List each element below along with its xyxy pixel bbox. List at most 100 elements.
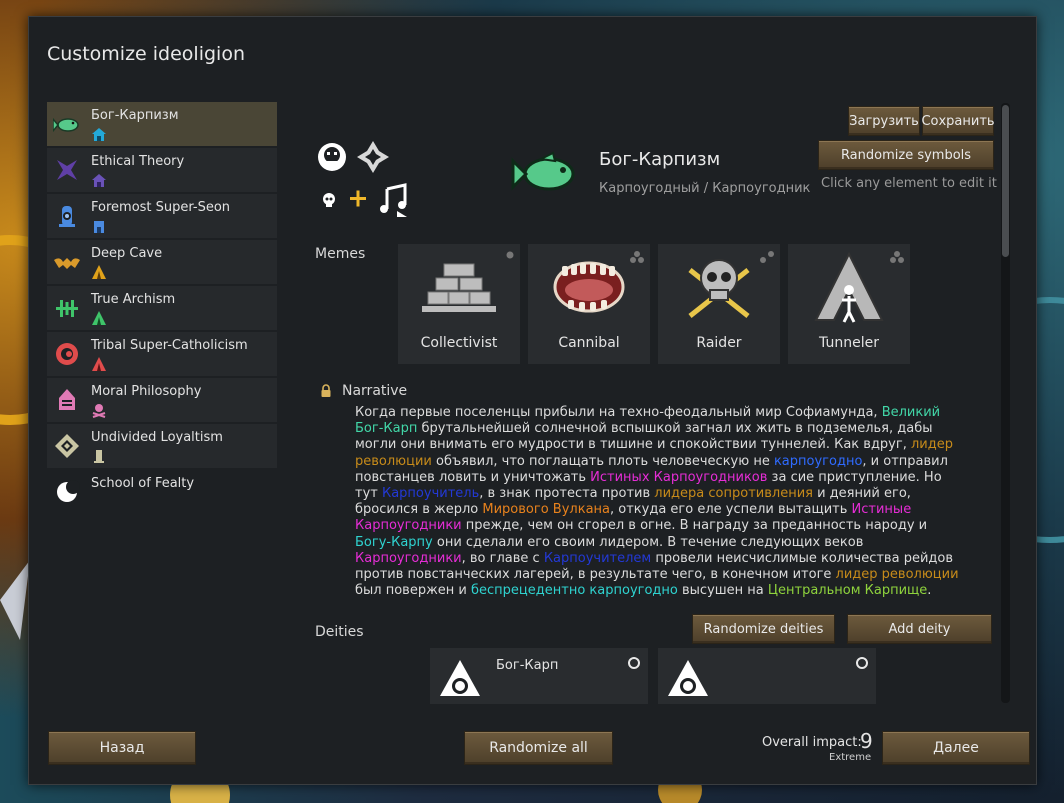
narrative-highlight: карпоугодно bbox=[773, 453, 863, 469]
randomize-all-button[interactable]: Randomize all bbox=[464, 731, 613, 765]
meme-card-raider[interactable]: Raider bbox=[658, 244, 780, 364]
skull-crossbones-icon bbox=[92, 404, 106, 418]
overall-impact-value: 9 bbox=[860, 729, 873, 753]
save-button[interactable]: Сохранить bbox=[921, 106, 995, 136]
deities-section-label: Deities bbox=[315, 624, 364, 640]
sidebar-item-tribal-super-catholicism[interactable]: Tribal Super-Catholicism bbox=[47, 332, 277, 376]
triangle-circle-icon bbox=[440, 660, 480, 696]
tent-icon bbox=[92, 357, 106, 371]
bearded-head-icon[interactable] bbox=[318, 143, 346, 171]
sidebar-item-label: Foremost Super-Seon bbox=[91, 200, 231, 215]
load-button[interactable]: Загрузить bbox=[848, 106, 920, 136]
deity-gender-ring-icon bbox=[628, 657, 640, 669]
meme-label: Tunneler bbox=[819, 335, 879, 351]
deity-card[interactable] bbox=[658, 648, 876, 704]
music-note-icon[interactable] bbox=[380, 183, 407, 217]
narrative-segment: был повержен и bbox=[355, 583, 472, 599]
bat-icon bbox=[54, 258, 80, 269]
moon-icon bbox=[57, 480, 80, 502]
narrative-highlight: Истиных Карпоугодников bbox=[590, 469, 768, 485]
narrative-segment: Когда первые поселенцы прибыли на техно-… bbox=[355, 405, 882, 420]
ideo-main-fish-icon[interactable] bbox=[511, 149, 581, 199]
sidebar-item-label: Tribal Super-Catholicism bbox=[91, 338, 248, 353]
triple-dot-icon bbox=[760, 251, 774, 263]
meme-card-tunneler[interactable]: Tunneler bbox=[788, 244, 910, 364]
meme-card-cannibal[interactable]: Cannibal bbox=[528, 244, 650, 364]
narrative-segment: брутальнейшей солнечной вспышкой загнал … bbox=[355, 421, 933, 453]
bell-icon bbox=[59, 389, 75, 410]
narrative-segment: прежде, чем он сгорел в огне. В награду … bbox=[461, 518, 928, 534]
deity-gender-ring-icon bbox=[856, 657, 868, 669]
skull-swords-icon bbox=[688, 259, 750, 318]
trident-icon bbox=[56, 300, 78, 317]
next-button[interactable]: Далее bbox=[882, 731, 1030, 765]
house-icon bbox=[92, 174, 106, 187]
overall-impact-label: Overall impact: bbox=[762, 735, 862, 750]
deity-name: Бог-Карп bbox=[496, 658, 559, 673]
ideoligion-adjective[interactable]: Карпоугодный / Карпоугодник bbox=[599, 181, 810, 196]
fish-icon bbox=[53, 117, 79, 133]
add-deity-button[interactable]: Add deity bbox=[847, 614, 992, 644]
randomize-symbols-button[interactable]: Randomize symbols bbox=[818, 140, 994, 170]
narrative-highlight: беспрецедентно карпоугодно bbox=[471, 583, 678, 599]
sidebar-item-school-of-fealty[interactable]: School of Fealty bbox=[47, 470, 277, 514]
narrative-text[interactable]: Когда первые поселенцы прибыли на техно-… bbox=[355, 405, 967, 599]
lock-icon[interactable] bbox=[320, 384, 332, 398]
deity-card[interactable]: Бог-Карп bbox=[430, 648, 648, 704]
scrollbar[interactable] bbox=[1001, 103, 1010, 703]
sidebar-item-label: True Archism bbox=[91, 292, 176, 307]
memes-section-label: Memes bbox=[315, 246, 366, 262]
randomize-deities-button[interactable]: Randomize deities bbox=[692, 614, 835, 644]
ideoligion-name[interactable]: Бог-Карпизм bbox=[599, 149, 720, 170]
sidebar-item-foremost-super-seon[interactable]: Foremost Super-Seon bbox=[47, 194, 277, 238]
plus-icon[interactable] bbox=[350, 190, 366, 207]
overall-impact-level: Extreme bbox=[829, 752, 872, 763]
sidebar-item-label: School of Fealty bbox=[91, 476, 195, 491]
sparkle-star-icon[interactable] bbox=[357, 141, 389, 173]
skull-icon[interactable] bbox=[323, 193, 335, 207]
back-button[interactable]: Назад bbox=[48, 731, 196, 765]
mouth-icon bbox=[553, 261, 625, 313]
narrative-highlight: лидер революции bbox=[835, 567, 959, 583]
narrative-highlight: Мирового Вулкана bbox=[482, 502, 610, 518]
sidebar-item-label: Moral Philosophy bbox=[91, 384, 202, 399]
sidebar-item-label: Бог-Карпизм bbox=[91, 108, 179, 123]
narrative-highlight: Карпоучитель bbox=[381, 486, 480, 502]
meme-label: Collectivist bbox=[420, 335, 498, 351]
narrative-highlight: Центральном Карпище bbox=[767, 583, 928, 599]
sidebar-item-label: Ethical Theory bbox=[91, 154, 185, 169]
bricks-icon bbox=[422, 263, 496, 312]
narrative-segment: высушен на bbox=[677, 583, 768, 599]
narrative-highlight: Карпоугодники bbox=[355, 550, 462, 566]
house-icon bbox=[92, 128, 106, 141]
sidebar-item-true-archism[interactable]: True Archism bbox=[47, 286, 277, 330]
diamond-icon bbox=[55, 434, 79, 458]
triple-dot-icon bbox=[630, 251, 644, 263]
narrative-segment: . bbox=[927, 583, 932, 599]
mountain-figure-icon bbox=[814, 251, 884, 323]
ideoligion-list: Бог-Карпизм Ethical Theory Foremost Supe… bbox=[47, 102, 277, 516]
narrative-highlight: Богу-Карпу bbox=[355, 534, 433, 550]
narrative-segment: , во главе с bbox=[461, 550, 544, 566]
sidebar-item-bog-karpizm[interactable]: Бог-Карпизм bbox=[47, 102, 277, 146]
ornate-emblem-icon bbox=[59, 206, 75, 227]
eye-icon bbox=[56, 343, 78, 365]
narrative-label: Narrative bbox=[342, 383, 408, 399]
dialog-title: Customize ideoligion bbox=[47, 43, 245, 65]
sidebar-item-deep-cave[interactable]: Deep Cave bbox=[47, 240, 277, 284]
narrative-segment: , в знак протеста против bbox=[479, 486, 655, 502]
sidebar-item-undivided-loyaltism[interactable]: Undivided Loyaltism bbox=[47, 424, 277, 468]
sidebar-item-ethical-theory[interactable]: Ethical Theory bbox=[47, 148, 277, 192]
sidebar-item-moral-philosophy[interactable]: Moral Philosophy bbox=[47, 378, 277, 422]
sidebar-item-label: Deep Cave bbox=[91, 246, 163, 261]
triangle-circle-icon bbox=[668, 660, 708, 696]
narrative-segment: они сделали его своим лидером. В течение… bbox=[432, 534, 864, 550]
triple-dot-icon bbox=[890, 251, 904, 263]
scrollbar-thumb[interactable] bbox=[1002, 105, 1009, 257]
customize-ideoligion-dialog: Customize ideoligion Бог-Карпизм Ethical… bbox=[28, 16, 1037, 785]
single-dot-icon bbox=[506, 251, 514, 259]
narrative-segment: объявил, что поглащать плоть человеческу… bbox=[431, 453, 774, 469]
tent-icon bbox=[92, 311, 106, 325]
meme-card-collectivist[interactable]: Collectivist bbox=[398, 244, 520, 364]
narrative-highlight: лидера сопротивления bbox=[654, 486, 813, 502]
